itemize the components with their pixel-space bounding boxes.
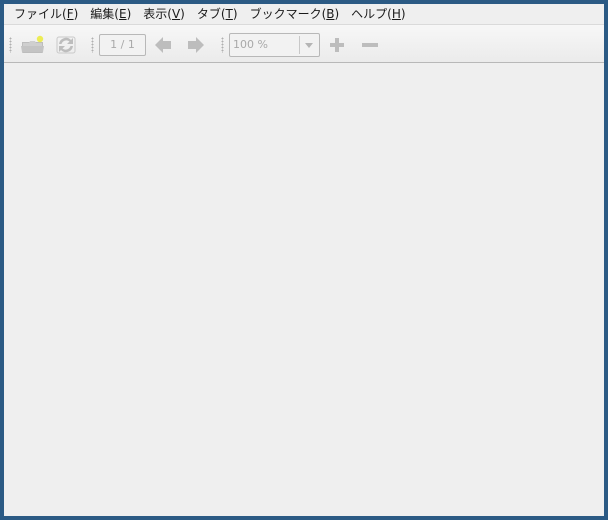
toolbar-grip-icon[interactable] [91,37,94,53]
menu-bookmark[interactable]: ブックマーク(B) [244,4,346,24]
arrow-right-icon [188,37,204,53]
previous-page-button[interactable] [150,33,176,57]
menubar: ファイル(F) 編集(E) 表示(V) タブ(T) ブックマーク(B) ヘルプ(… [4,4,604,24]
menu-file-mnemonic: F [66,7,74,21]
zoom-combobox[interactable]: 100 % [229,33,320,57]
plus-icon [330,38,344,52]
menu-edit-mnemonic: E [118,7,127,21]
menu-tab[interactable]: タブ(T) [191,4,244,24]
menu-edit-label: 編集( [90,7,119,21]
zoom-divider [299,36,300,54]
toolbar-grip-icon[interactable] [221,37,224,53]
zoom-in-button[interactable] [324,33,350,57]
reload-button[interactable] [53,33,79,57]
minus-icon [362,43,378,47]
menu-edit-suffix: ) [126,7,132,21]
menu-help-mnemonic: H [391,7,401,21]
menu-view[interactable]: 表示(V) [137,4,191,24]
menu-tab-mnemonic: T [225,7,233,21]
menu-view-suffix: ) [180,7,185,21]
menu-bookmark-label: ブックマーク( [249,7,327,21]
menu-help[interactable]: ヘルプ(H) [345,4,411,24]
menu-view-mnemonic: V [171,7,181,21]
open-file-button[interactable] [20,33,46,57]
menu-help-suffix: ) [400,7,406,21]
menu-file-suffix: ) [73,7,79,21]
app-window: ファイル(F) 編集(E) 表示(V) タブ(T) ブックマーク(B) ヘルプ(… [4,4,604,516]
next-page-button[interactable] [183,33,209,57]
menu-bookmark-suffix: ) [334,7,340,21]
page-indicator[interactable]: 1 / 1 [99,34,146,56]
zoom-value: 100 % [233,38,268,51]
zoom-out-button[interactable] [357,33,383,57]
chevron-down-icon[interactable] [305,43,313,48]
reload-icon [56,36,76,54]
toolbar-grip-icon[interactable] [9,37,12,53]
arrow-left-icon [155,37,171,53]
menu-edit[interactable]: 編集(E) [84,4,137,24]
menu-tab-suffix: ) [232,7,238,21]
menu-help-label: ヘルプ( [351,7,392,21]
menu-view-label: 表示( [143,7,172,21]
menu-tab-label: タブ( [196,7,226,21]
document-view[interactable] [4,63,604,516]
toolbar: 1 / 1 100 % [4,24,604,63]
menu-file[interactable]: ファイル(F) [8,4,84,24]
folder-open-icon [21,35,44,53]
menu-file-label: ファイル( [14,7,67,21]
